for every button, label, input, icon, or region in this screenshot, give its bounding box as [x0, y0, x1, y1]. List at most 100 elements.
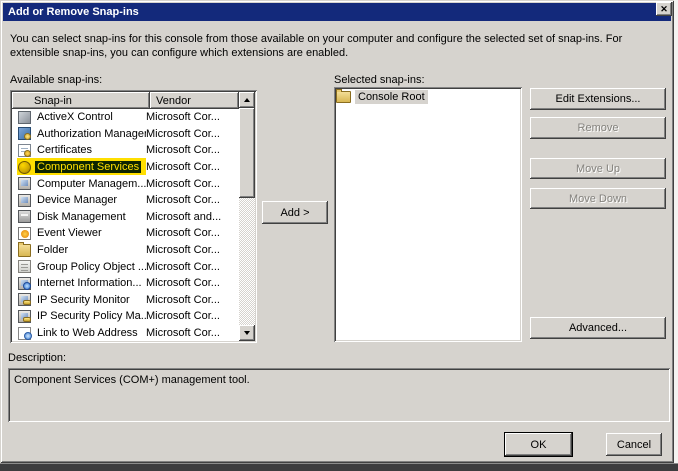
- selected-snapin-name: Console Root: [355, 90, 428, 104]
- snapin-name-cell: Component Services: [35, 161, 146, 173]
- snapin-row[interactable]: Disk Management Microsoft and...: [12, 209, 239, 226]
- scrollbar-track[interactable]: [239, 108, 255, 325]
- snapin-vendor-cell: Microsoft Cor...: [146, 327, 239, 339]
- available-snapins-label: Available snap-ins:: [10, 74, 102, 86]
- snapin-name: IP Security Monitor: [35, 294, 132, 306]
- snapin-vendor-cell: Microsoft Cor...: [146, 178, 239, 190]
- snapin-name-cell: ActiveX Control: [35, 111, 146, 123]
- snapin-name-cell: Disk Management: [35, 211, 146, 223]
- title-bar: Add or Remove Snap-ins: [3, 3, 671, 21]
- selected-rows: Console Root: [336, 90, 520, 104]
- column-header-snapin[interactable]: Snap-in: [12, 92, 150, 109]
- snapin-row[interactable]: Link to Web Address Microsoft Cor...: [12, 325, 239, 341]
- dialog-title: Add or Remove Snap-ins: [8, 6, 139, 18]
- snapin-vendor-cell: Microsoft Cor...: [146, 144, 239, 156]
- snapin-row[interactable]: Internet Information... Microsoft Cor...: [12, 275, 239, 292]
- snapin-vendor-cell: Microsoft Cor...: [146, 111, 239, 123]
- snapin-row[interactable]: ActiveX Control Microsoft Cor...: [12, 109, 239, 126]
- snapin-icon: [18, 177, 31, 190]
- snapin-vendor-cell: Microsoft Cor...: [146, 227, 239, 239]
- snapin-vendor-cell: Microsoft Cor...: [146, 277, 239, 289]
- snapin-row[interactable]: Folder Microsoft Cor...: [12, 242, 239, 259]
- snapin-row[interactable]: Event Viewer Microsoft Cor...: [12, 225, 239, 242]
- snapin-row[interactable]: Component Services Microsoft Cor...: [12, 159, 239, 176]
- add-button[interactable]: Add >: [262, 201, 328, 224]
- snapin-icon: [18, 161, 31, 174]
- intro-text: You can select snap-ins for this console…: [10, 32, 658, 60]
- snapin-icon: [18, 277, 31, 290]
- available-rows: ActiveX Control Microsoft Cor... Authori…: [12, 109, 239, 341]
- vertical-scrollbar[interactable]: [239, 92, 255, 341]
- snapin-name-cell: IP Security Policy Ma...: [35, 310, 146, 322]
- close-icon: ✕: [660, 5, 668, 14]
- scroll-down-button[interactable]: [239, 325, 255, 341]
- snapin-name: ActiveX Control: [35, 111, 115, 123]
- snapin-name-cell: Authorization Manager: [35, 128, 146, 140]
- snapin-icon: [18, 127, 31, 140]
- snapin-icon: [18, 260, 31, 273]
- description-text: Component Services (COM+) management too…: [14, 374, 664, 386]
- snapin-vendor-cell: Microsoft Cor...: [146, 128, 239, 140]
- selected-snapin-row[interactable]: Console Root: [336, 90, 520, 104]
- snapin-name: Link to Web Address: [35, 327, 140, 339]
- snapin-name-cell: Certificates: [35, 144, 146, 156]
- snapin-row[interactable]: Device Manager Microsoft Cor...: [12, 192, 239, 209]
- snapin-icon: [18, 111, 31, 124]
- snapin-name: Computer Managem...: [35, 178, 146, 190]
- arrow-up-icon: [244, 98, 250, 102]
- snapin-row[interactable]: IP Security Monitor Microsoft Cor...: [12, 292, 239, 309]
- ok-button[interactable]: OK: [505, 433, 572, 456]
- scroll-up-button[interactable]: [239, 92, 255, 108]
- snapin-icon: [18, 293, 31, 306]
- move-up-button: Move Up: [530, 158, 666, 179]
- selected-snapins-label: Selected snap-ins:: [334, 74, 425, 86]
- listview-columns: Snap-in Vendor ActiveX Control Microsoft…: [12, 92, 239, 341]
- snapin-icon: [18, 327, 31, 340]
- snapin-icon: [18, 310, 31, 323]
- edit-extensions-button[interactable]: Edit Extensions...: [530, 88, 666, 110]
- snapin-vendor-cell: Microsoft Cor...: [146, 310, 239, 322]
- snapin-icon: [18, 194, 31, 207]
- remove-button: Remove: [530, 117, 666, 139]
- listview-header: Snap-in Vendor: [12, 92, 239, 109]
- snapin-row[interactable]: Group Policy Object ... Microsoft Cor...: [12, 258, 239, 275]
- close-button[interactable]: ✕: [656, 2, 672, 16]
- column-header-vendor[interactable]: Vendor: [150, 92, 239, 109]
- description-label: Description:: [8, 352, 66, 364]
- snapin-icon: [18, 244, 31, 257]
- snapin-name: Authorization Manager: [35, 128, 146, 140]
- snapin-icon: [18, 144, 31, 157]
- snapin-name: Event Viewer: [35, 227, 104, 239]
- add-remove-snapins-dialog: Add or Remove Snap-ins ✕ You can select …: [0, 0, 674, 463]
- cancel-button[interactable]: Cancel: [606, 433, 662, 456]
- snapin-name: Internet Information...: [35, 277, 144, 289]
- snapin-row[interactable]: Authorization Manager Microsoft Cor...: [12, 126, 239, 143]
- scrollbar-thumb[interactable]: [239, 108, 255, 198]
- arrow-down-icon: [244, 331, 250, 335]
- snapin-name-cell: Computer Managem...: [35, 178, 146, 190]
- snapin-vendor-cell: Microsoft Cor...: [146, 161, 239, 173]
- snapin-name: Component Services: [35, 161, 141, 173]
- snapin-row[interactable]: Certificates Microsoft Cor...: [12, 142, 239, 159]
- snapin-vendor-cell: Microsoft Cor...: [146, 261, 239, 273]
- snapin-vendor-cell: Microsoft and...: [146, 211, 239, 223]
- advanced-button[interactable]: Advanced...: [530, 317, 666, 339]
- snapin-name: Group Policy Object ...: [35, 261, 146, 273]
- snapin-name-cell: Internet Information...: [35, 277, 146, 289]
- snapin-name-cell: Device Manager: [35, 194, 146, 206]
- snapin-icon: [18, 210, 31, 223]
- folder-icon: [336, 91, 351, 103]
- snapin-name: Device Manager: [35, 194, 119, 206]
- snapin-row[interactable]: Computer Managem... Microsoft Cor...: [12, 175, 239, 192]
- snapin-row[interactable]: IP Security Policy Ma... Microsoft Cor..…: [12, 308, 239, 325]
- snapin-name-cell: IP Security Monitor: [35, 294, 146, 306]
- snapin-name: Disk Management: [35, 211, 128, 223]
- snapin-name: Folder: [35, 244, 70, 256]
- move-down-button: Move Down: [530, 188, 666, 209]
- snapin-name-cell: Event Viewer: [35, 227, 146, 239]
- snapin-name: IP Security Policy Ma...: [35, 310, 146, 322]
- snapin-vendor-cell: Microsoft Cor...: [146, 194, 239, 206]
- snapin-name: Certificates: [35, 144, 94, 156]
- screen-bottom-edge: [0, 463, 678, 471]
- description-box: Component Services (COM+) management too…: [8, 368, 670, 422]
